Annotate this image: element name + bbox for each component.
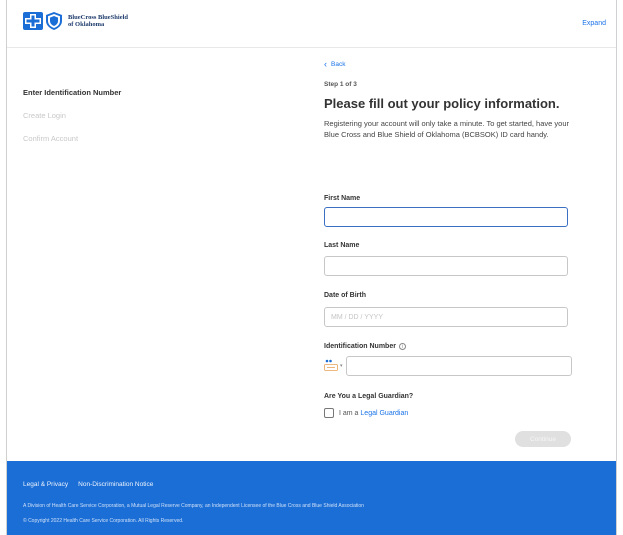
expand-link[interactable]: Expand	[582, 20, 606, 27]
chevron-down-icon[interactable]: ▾	[340, 363, 343, 369]
guardian-label: Are You a Legal Guardian?	[324, 393, 414, 400]
step-confirm-account: Confirm Account	[23, 134, 79, 143]
chevron-left-icon: ‹	[324, 59, 327, 69]
continue-button[interactable]: Continue	[515, 431, 571, 447]
id-number-label: Identification Number	[324, 343, 396, 350]
page-title: Please fill out your policy information.	[324, 96, 560, 111]
footer-links: Legal & Privacy Non-Discrimination Notic…	[23, 481, 153, 488]
id-number-label-row: Identification Number i	[324, 343, 406, 350]
footer-division-text: A Division of Health Care Service Corpor…	[23, 503, 364, 509]
legal-guardian-link[interactable]: Legal Guardian	[360, 410, 408, 417]
id-card-icon[interactable]	[324, 358, 338, 372]
blueshield-logo-icon	[46, 12, 62, 30]
bluecross-logo-icon	[23, 12, 43, 30]
non-discrimination-link[interactable]: Non-Discrimination Notice	[78, 481, 153, 488]
dob-label: Date of Birth	[324, 292, 366, 299]
header: BlueCross BlueShield of Oklahoma Expand	[7, 0, 616, 48]
brand-line-1: BlueCross BlueShield	[68, 13, 129, 21]
legal-guardian-checkbox[interactable]	[324, 408, 334, 418]
step-list: Enter Identification Number Create Login…	[23, 88, 121, 157]
step-create-login: Create Login	[23, 111, 66, 120]
last-name-field[interactable]	[324, 256, 568, 276]
info-icon[interactable]: i	[398, 343, 406, 350]
back-link[interactable]: ‹ Back	[324, 60, 572, 69]
policy-form: ‹ Back Step 1 of 3 Please fill out your …	[324, 60, 572, 447]
first-name-label: First Name	[324, 195, 361, 202]
bcbsok-logo[interactable]: BlueCross BlueShield of Oklahoma	[23, 12, 128, 30]
back-label: Back	[331, 61, 346, 68]
guardian-checkbox-label: I am a Legal Guardian	[339, 410, 408, 417]
last-name-label: Last Name	[324, 242, 360, 249]
first-name-field[interactable]	[324, 207, 568, 227]
guardian-checkbox-row[interactable]: I am a Legal Guardian	[324, 408, 408, 418]
step-enter-id: Enter Identification Number	[23, 88, 122, 97]
brand-line-2: of Oklahoma	[68, 21, 105, 28]
dob-field[interactable]	[324, 307, 568, 327]
id-number-field[interactable]	[346, 356, 572, 376]
footer-copyright: © Copyright 2022 Health Care Service Cor…	[23, 518, 184, 524]
guardian-prefix: I am a	[339, 409, 361, 417]
intro-text: Registering your account will only take …	[324, 119, 569, 139]
brand-name: BlueCross BlueShield of Oklahoma	[68, 14, 128, 29]
page-frame: BlueCross BlueShield of Oklahoma Expand …	[6, 0, 617, 535]
step-indicator: Step 1 of 3	[324, 81, 357, 88]
footer: Legal & Privacy Non-Discrimination Notic…	[7, 461, 616, 535]
legal-privacy-link[interactable]: Legal & Privacy	[23, 481, 68, 488]
